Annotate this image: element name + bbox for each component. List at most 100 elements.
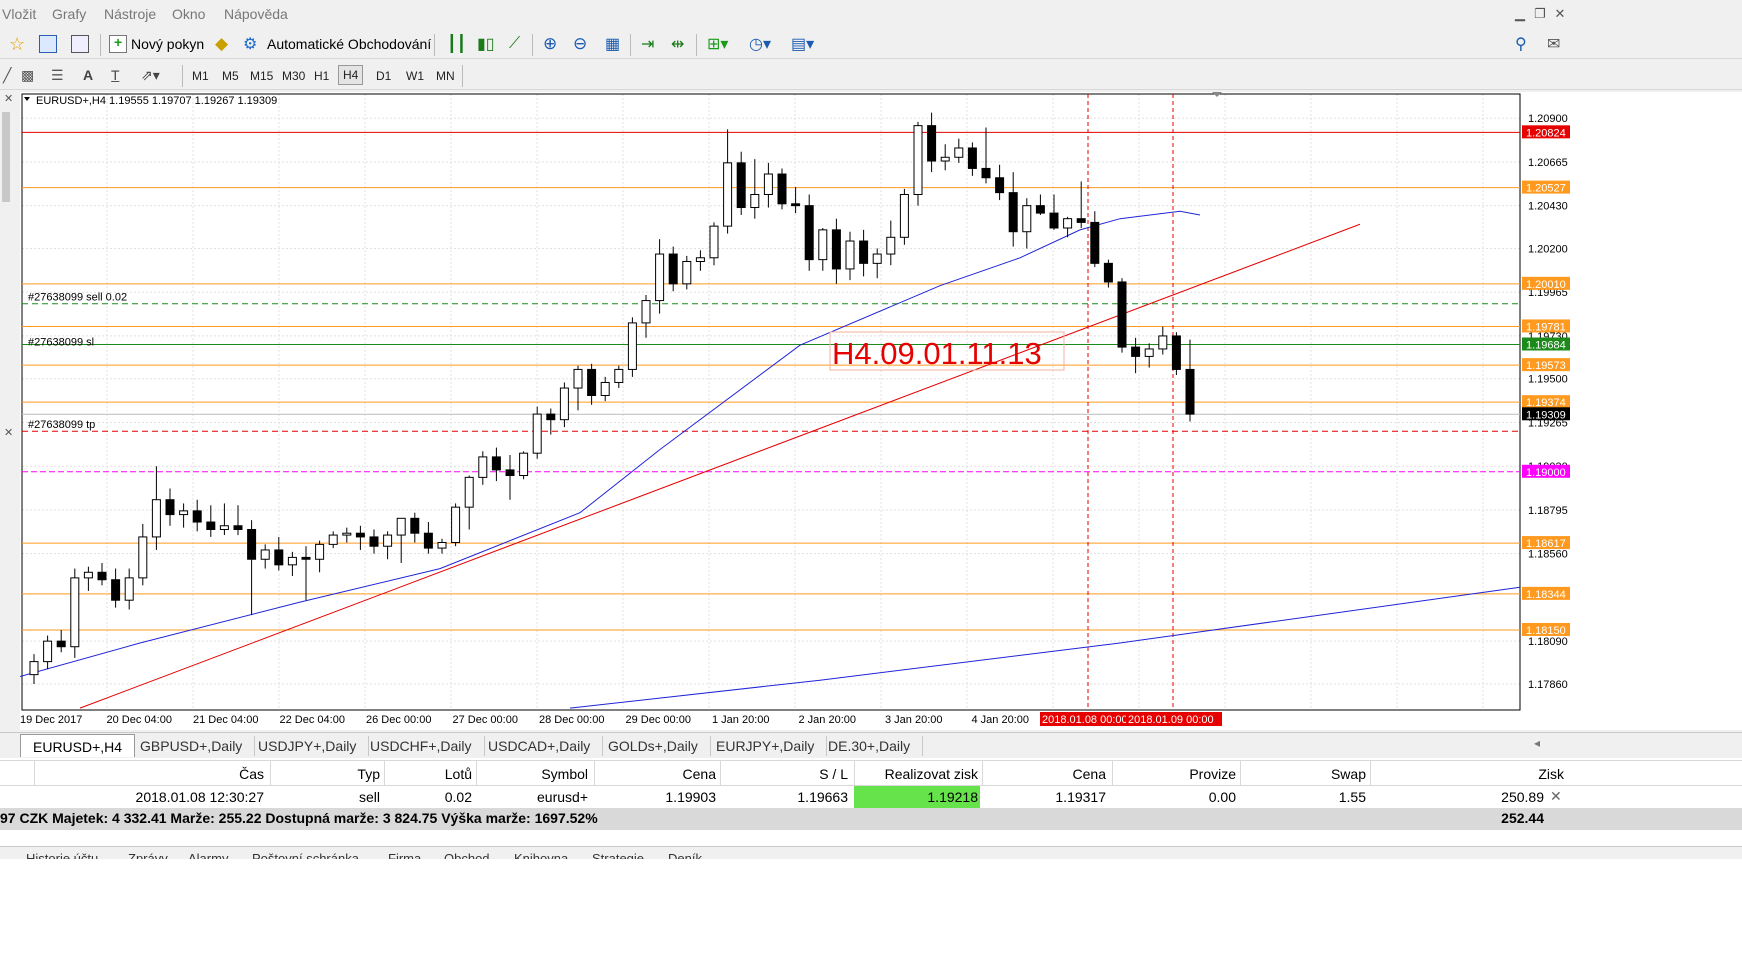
- candle-body[interactable]: [655, 253, 665, 302]
- col-profit[interactable]: Zisk: [1370, 762, 1564, 786]
- tab-strategies[interactable]: Strategie: [592, 851, 644, 859]
- text-label-icon[interactable]: T̲: [108, 63, 123, 87]
- candle-body[interactable]: [859, 240, 869, 264]
- candle-body[interactable]: [967, 147, 977, 169]
- tab-usdchf-daily[interactable]: USDCHF+,Daily: [358, 736, 485, 756]
- tab-eurjpy-daily[interactable]: EURJPY+,Daily: [704, 736, 828, 756]
- candle-body[interactable]: [791, 203, 801, 207]
- navigator-icon[interactable]: [68, 32, 92, 56]
- candle-body[interactable]: [29, 661, 39, 676]
- candle-body[interactable]: [478, 456, 488, 478]
- auto-trading-button[interactable]: ⚙ Automatické Obchodování: [240, 32, 434, 56]
- col-swap[interactable]: Swap: [1240, 762, 1366, 786]
- candle-body[interactable]: [301, 556, 311, 560]
- tab-company[interactable]: Firma: [388, 851, 421, 859]
- candle-body[interactable]: [1022, 205, 1032, 233]
- candle-body[interactable]: [369, 536, 379, 547]
- candle-body[interactable]: [682, 260, 692, 285]
- candle-body[interactable]: [315, 543, 325, 560]
- market-watch-icon[interactable]: [36, 32, 60, 56]
- tf-w1[interactable]: W1: [402, 67, 428, 85]
- candle-body[interactable]: [219, 525, 229, 530]
- col-price[interactable]: Cena: [594, 762, 716, 786]
- candle-body[interactable]: [913, 125, 923, 195]
- candle-body[interactable]: [981, 167, 991, 179]
- arrows-icon[interactable]: ⇗▾: [138, 63, 163, 87]
- col-tp[interactable]: Realizovat zisk: [854, 762, 978, 786]
- moving-average-slow-line[interactable]: [569, 586, 1521, 709]
- col-symbol[interactable]: Symbol: [476, 762, 588, 786]
- fibonacci-icon[interactable]: ▩: [18, 63, 37, 87]
- cell-tp[interactable]: 1.19218: [854, 786, 980, 808]
- tf-mn[interactable]: MN: [432, 67, 459, 85]
- close-icon[interactable]: ✕: [4, 426, 13, 439]
- close-icon[interactable]: ✕: [4, 92, 13, 105]
- candle-body[interactable]: [287, 556, 297, 566]
- tab-usdcad-daily[interactable]: USDCAD+,Daily: [476, 736, 604, 756]
- candle-body[interactable]: [247, 528, 257, 560]
- candle-body[interactable]: [464, 476, 474, 508]
- tf-h4[interactable]: H4: [338, 65, 364, 85]
- candle-body[interactable]: [954, 147, 964, 158]
- candle-body[interactable]: [192, 510, 202, 523]
- candle-body[interactable]: [1076, 218, 1086, 223]
- scrollbar-thumb[interactable]: [2, 112, 10, 202]
- candle-body[interactable]: [260, 549, 270, 560]
- candle-body[interactable]: [43, 640, 53, 663]
- menu-insert[interactable]: Vložit: [2, 6, 36, 22]
- tab-news[interactable]: Zprávy: [128, 851, 168, 859]
- candle-body[interactable]: [423, 532, 433, 549]
- candle-body[interactable]: [56, 640, 66, 648]
- tf-m1[interactable]: M1: [188, 67, 213, 85]
- candle-body[interactable]: [328, 534, 338, 545]
- candle-body[interactable]: [750, 193, 760, 209]
- tab-journal[interactable]: Deník: [668, 851, 702, 859]
- tf-d1[interactable]: D1: [372, 67, 395, 85]
- favorites-icon[interactable]: ☆: [6, 32, 32, 56]
- tf-h1[interactable]: H1: [310, 67, 333, 85]
- expert-icon[interactable]: ◆: [212, 32, 238, 56]
- col-type[interactable]: Typ: [270, 762, 380, 786]
- tab-account-history[interactable]: Historie účtu: [26, 851, 98, 859]
- menu-charts[interactable]: Grafy: [52, 6, 86, 22]
- chart-canvas[interactable]: EURUSD+,H4 1.19555 1.19707 1.19267 1.193…: [19, 92, 1742, 730]
- candle-body[interactable]: [763, 173, 773, 195]
- candle-body[interactable]: [342, 532, 352, 536]
- candle-body[interactable]: [1103, 262, 1113, 283]
- candle-body[interactable]: [1035, 205, 1045, 214]
- line-tool-icon[interactable]: ╱: [0, 63, 14, 87]
- candle-body[interactable]: [668, 253, 678, 285]
- col-current-price[interactable]: Cena: [982, 762, 1106, 786]
- candle-body[interactable]: [546, 413, 556, 421]
- candle-body[interactable]: [206, 521, 216, 530]
- tab-library[interactable]: Knihovna: [514, 851, 568, 859]
- tab-mailbox[interactable]: Poštovní schránka: [252, 851, 359, 859]
- candle-body[interactable]: [491, 456, 501, 471]
- candle-body[interactable]: [641, 300, 651, 324]
- candle-body[interactable]: [165, 499, 175, 516]
- tab-gbpusd-daily[interactable]: GBPUSD+,Daily: [128, 736, 256, 756]
- candle-body[interactable]: [995, 177, 1005, 194]
- price-chart[interactable]: EURUSD+,H4 1.19555 1.19707 1.19267 1.193…: [19, 92, 1742, 730]
- tile-windows-icon[interactable]: ▦: [602, 32, 623, 56]
- autoscroll-icon[interactable]: ⇥: [638, 32, 657, 56]
- templates-icon[interactable]: ▤▾: [788, 32, 817, 56]
- candle-body[interactable]: [1158, 335, 1168, 350]
- candle-body[interactable]: [1008, 192, 1018, 233]
- candle-body[interactable]: [1117, 281, 1127, 348]
- candle-body[interactable]: [70, 577, 80, 648]
- minimize-icon[interactable]: ▁: [1512, 6, 1528, 21]
- zoom-out-icon[interactable]: ⊖: [570, 32, 590, 56]
- zoom-in-icon[interactable]: ⊕: [540, 32, 560, 56]
- candle-body[interactable]: [940, 156, 950, 162]
- bar-chart-icon[interactable]: ┃┃: [444, 32, 469, 56]
- menu-help[interactable]: Nápověda: [224, 6, 288, 22]
- candle-body[interactable]: [355, 532, 365, 538]
- tabs-scroll-left-icon[interactable]: ◂: [1534, 736, 1540, 750]
- candle-body[interactable]: [532, 413, 542, 454]
- candle-body[interactable]: [831, 229, 841, 270]
- candle-body[interactable]: [97, 571, 107, 581]
- restore-icon[interactable]: ❐: [1532, 6, 1548, 21]
- new-order-button[interactable]: + Nový pokyn: [106, 32, 207, 56]
- candle-body[interactable]: [600, 381, 610, 396]
